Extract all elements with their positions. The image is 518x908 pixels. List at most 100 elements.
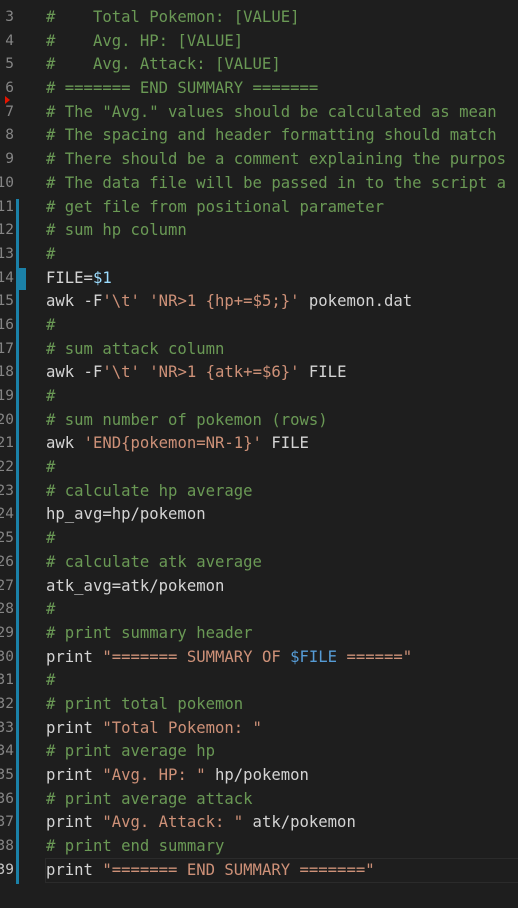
code-token: # Avg. HP: [VALUE]	[46, 31, 244, 50]
code-token: 'END{pokemon=NR-1}'	[83, 434, 262, 453]
line-number: 18	[0, 364, 14, 381]
code-line[interactable]: #	[46, 314, 518, 338]
code-line[interactable]: # The spacing and header formatting shou…	[46, 124, 518, 148]
code-token: # print average hp	[46, 742, 215, 761]
code-token: # Total Pokemon: [VALUE]	[46, 8, 300, 26]
code-line[interactable]: awk 'END{pokemon=NR-1}' FILE	[46, 432, 518, 456]
code-line[interactable]: # get file from positional parameter	[46, 196, 518, 220]
code-editor[interactable]: 3 4 5 6 7 8 9 10 11 12 13 14 15 16 17 18 19 20 21 22 23 24 25 2…	[0, 0, 518, 908]
line-number: 5	[5, 56, 14, 73]
line-number: 23	[0, 482, 14, 499]
code-line[interactable]: FILE=$1	[46, 267, 518, 291]
code-line[interactable]: # sum number of pokemon (rows)	[46, 409, 518, 433]
code-line[interactable]: # ======= END SUMMARY =======	[46, 77, 518, 101]
code-line[interactable]: # sum attack column	[46, 338, 518, 362]
code-line[interactable]: print "======= SUMMARY OF $FILE ======"	[46, 646, 518, 670]
code-line[interactable]: # calculate atk average	[46, 551, 518, 575]
code-token: print	[46, 766, 103, 784]
line-number: 21	[0, 435, 14, 452]
code-line[interactable]: # The data file will be passed in to the…	[46, 172, 518, 196]
code-line[interactable]: #	[46, 456, 518, 480]
line-number: 34	[0, 743, 14, 760]
code-line[interactable]: # calculate hp average	[46, 480, 518, 504]
code-line[interactable]: #	[46, 243, 518, 267]
code-line[interactable]: #	[46, 598, 518, 622]
code-line[interactable]: # Avg. HP: [VALUE]	[46, 30, 518, 54]
code-token: "Avg. Attack: "	[102, 813, 244, 832]
code-token: '\t'	[102, 292, 140, 311]
line-number: 4	[5, 32, 14, 49]
cursor-line-change-indicator	[16, 268, 26, 290]
code-token: # print average attack	[46, 789, 253, 808]
code-line[interactable]: # print summary header	[46, 622, 518, 646]
code-line[interactable]: #	[46, 669, 518, 693]
code-token: # print summary header	[46, 623, 253, 642]
line-number: 33	[0, 719, 14, 736]
code-token: FILE=	[46, 268, 93, 287]
code-line[interactable]: # sum hp column	[46, 219, 518, 243]
code-line[interactable]: # Total Pokemon: [VALUE]	[46, 6, 518, 30]
line-number: 11	[0, 198, 14, 215]
code-line[interactable]: # Avg. Attack: [VALUE]	[46, 53, 518, 77]
code-token: "Total Pokemon: "	[102, 718, 262, 737]
breakpoint-marker-icon[interactable]	[5, 96, 10, 104]
code-line[interactable]: #	[46, 385, 518, 409]
code-token: # get file from positional parameter	[46, 197, 384, 216]
code-line[interactable]: # print end summary	[46, 835, 518, 859]
code-line[interactable]: print "Total Pokemon: "	[46, 717, 518, 741]
line-number: 36	[0, 790, 14, 807]
line-number: 25	[0, 530, 14, 547]
line-number: 15	[0, 293, 14, 310]
code-token: atk/pokemon	[243, 813, 356, 832]
code-token: awk	[46, 434, 84, 453]
code-token: hp/pokemon	[205, 766, 309, 784]
code-token: #	[46, 315, 56, 334]
code-line[interactable]: # There should be a comment explaining t…	[46, 148, 518, 172]
line-number: 22	[0, 459, 14, 476]
line-number: 13	[0, 245, 14, 262]
code-line[interactable]: #	[46, 527, 518, 551]
code-token: # Avg. Attack: [VALUE]	[46, 55, 281, 74]
code-line[interactable]: # The "Avg." values should be calculated…	[46, 101, 518, 125]
line-number: 9	[5, 151, 14, 168]
code-token: # calculate atk average	[46, 552, 262, 571]
line-number: 30	[0, 648, 14, 665]
code-token: "======= END SUMMARY ======="	[102, 860, 375, 879]
code-line[interactable]: print "Avg. HP: " hp/pokemon	[46, 764, 518, 788]
line-number: 14	[0, 269, 14, 286]
code-token: #	[46, 671, 56, 690]
line-number: 37	[0, 814, 14, 831]
code-line[interactable]: # print average hp	[46, 740, 518, 764]
code-token: # sum attack column	[46, 339, 225, 358]
code-line[interactable]: print "======= END SUMMARY ======="	[45, 857, 518, 884]
code-line[interactable]: print "Avg. Attack: " atk/pokemon	[46, 811, 518, 835]
code-line[interactable]: # print average attack	[46, 788, 518, 812]
code-token: awk -F	[46, 363, 103, 382]
code-line[interactable]: # print total pokemon	[46, 693, 518, 717]
code-token: '\t'	[102, 363, 140, 382]
code-token: # ======= END SUMMARY =======	[46, 79, 319, 98]
code-token: # There should be a comment explaining t…	[46, 150, 507, 169]
code-token: # The spacing and header formatting shou…	[46, 126, 497, 145]
code-line[interactable]: atk_avg=atk/pokemon	[46, 575, 518, 599]
code-token: # sum number of pokemon (rows)	[46, 410, 328, 429]
code-token: awk -F	[46, 292, 103, 311]
line-number: 32	[0, 695, 14, 712]
line-number: 19	[0, 388, 14, 404]
code-line[interactable]: awk -F'\t' 'NR>1 {hp+=$5;}' pokemon.dat	[46, 290, 518, 314]
code-line[interactable]: awk -F'\t' 'NR>1 {atk+=$6}' FILE	[46, 361, 518, 385]
code-token: atk_avg=atk/pokemon	[46, 576, 225, 595]
code-line[interactable]: hp_avg=hp/pokemon	[46, 503, 518, 527]
line-number: 27	[0, 577, 14, 594]
line-number: 35	[0, 767, 14, 783]
code-token: #	[46, 600, 56, 619]
code-token: #	[46, 458, 56, 477]
code-token: # The "Avg." values should be calculated…	[46, 102, 497, 121]
code-token: $FILE	[290, 647, 338, 666]
line-number: 39	[0, 861, 14, 878]
code-text-area[interactable]: # Total Pokemon: [VALUE] # Avg. HP: [VALU…	[45, 6, 518, 884]
code-token: print	[46, 718, 103, 737]
line-number: 24	[0, 506, 14, 523]
code-token: # print total pokemon	[46, 694, 244, 713]
modified-lines-indicator[interactable]	[16, 199, 19, 884]
